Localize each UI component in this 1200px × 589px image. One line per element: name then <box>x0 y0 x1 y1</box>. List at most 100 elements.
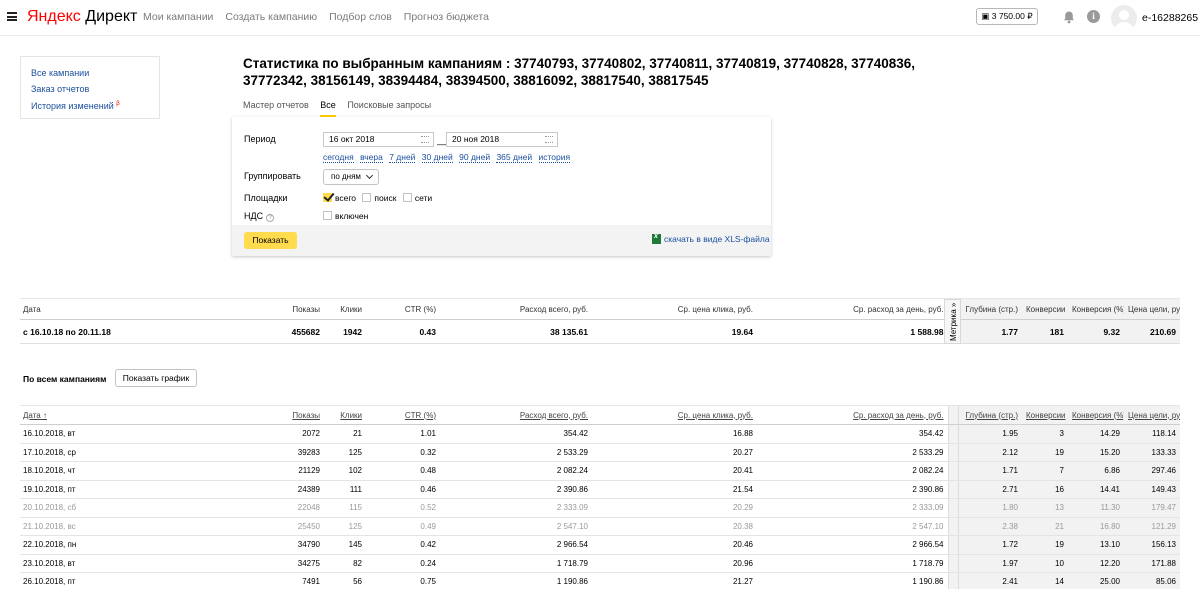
tab-all[interactable]: Все <box>320 100 336 117</box>
table-cell: 19 <box>1022 443 1068 462</box>
period-30-days[interactable]: 30 дней <box>421 152 453 163</box>
platform-networks-checkbox[interactable]: сети <box>402 193 432 203</box>
table-cell: 12.20 <box>1068 554 1124 573</box>
column-header[interactable]: Дата ↑ <box>20 405 260 425</box>
menu-icon[interactable] <box>7 12 17 21</box>
table-cell: 1 718.79 <box>757 554 948 573</box>
period-history[interactable]: история <box>538 152 571 163</box>
date-to-input[interactable]: 20 ноя 2018 <box>446 132 558 147</box>
column-header[interactable]: CTR (%) <box>366 405 440 425</box>
table-cell: 20.27 <box>592 443 757 462</box>
table-cell: 13 <box>1022 498 1068 518</box>
column-header[interactable]: Ср. расход за день, руб. <box>757 405 948 425</box>
platform-all-checkbox[interactable]: всего <box>323 193 356 203</box>
table-cell: 2072 <box>260 424 324 444</box>
sidebar-item-report-order[interactable]: Заказ отчетов <box>31 82 149 98</box>
column-header[interactable]: Конверсии <box>1022 405 1068 425</box>
nav-budget-forecast[interactable]: Прогноз бюджета <box>404 11 489 23</box>
column-header[interactable]: Клики <box>324 405 366 425</box>
period-yesterday[interactable]: вчера <box>360 152 383 163</box>
download-xls-link[interactable]: скачать в виде XLS-файла <box>652 233 770 244</box>
table-cell: 125 <box>324 517 366 536</box>
table-cell: 354.42 <box>440 424 592 444</box>
table-cell: 1 190.86 <box>440 572 592 589</box>
nav-my-campaigns[interactable]: Мои кампании <box>143 11 213 23</box>
checkbox-checked-icon[interactable] <box>323 193 332 202</box>
tab-search-queries[interactable]: Поисковые запросы <box>347 100 431 115</box>
quick-periods: сегодня вчера 7 дней 30 дней 90 дней 365… <box>323 152 574 163</box>
checkbox-icon[interactable] <box>323 211 332 220</box>
period-today[interactable]: сегодня <box>323 152 354 163</box>
table-cell: 17.10.2018, ср <box>20 443 260 462</box>
table-cell: 10 <box>1022 554 1068 573</box>
sidebar-item-all-campaigns[interactable]: Все кампании <box>31 66 149 82</box>
sidebar-item-change-history[interactable]: История изменений β <box>31 97 149 115</box>
table-cell: 102 <box>324 461 366 481</box>
checkbox-icon[interactable] <box>402 193 412 202</box>
table-row: 26.10.2018, пт 7491 56 0.75 1 190.86 21.27 1 1… <box>20 572 1180 589</box>
calendar-icon[interactable] <box>545 136 553 143</box>
table-cell: 179.47 <box>1124 498 1180 518</box>
avatar[interactable] <box>1111 5 1137 31</box>
table-cell: 2 547.10 <box>440 517 592 536</box>
table-row: 18.10.2018, чт 21129 102 0.48 2 082.24 20.41 2… <box>20 461 1180 481</box>
period-365-days[interactable]: 365 дней <box>496 152 533 163</box>
yandex-direct-logo[interactable]: Яндекс Директ <box>27 8 137 26</box>
table-cell: 1.01 <box>366 424 440 444</box>
table-cell: 2 333.09 <box>757 498 948 518</box>
table-cell: 20.41 <box>592 461 757 481</box>
column-header: Конверсия (%) <box>1068 298 1124 320</box>
calendar-icon[interactable] <box>421 136 429 143</box>
metrika-toggle[interactable]: Метрика » <box>944 299 961 344</box>
bell-icon[interactable] <box>1062 10 1076 24</box>
table-cell: 0.24 <box>366 554 440 573</box>
platforms-checkboxes: всего поиск сети <box>323 193 436 203</box>
table-cell: 20.29 <box>592 498 757 518</box>
column-header: Дата <box>20 298 260 320</box>
nav-keyword-selection[interactable]: Подбор слов <box>329 11 392 23</box>
tab-report-wizard[interactable]: Мастер отчетов <box>243 100 309 115</box>
table-cell: 0.46 <box>366 480 440 499</box>
column-header[interactable]: Ср. цена клика, руб. <box>592 405 757 425</box>
info-icon[interactable]: i <box>1087 10 1100 23</box>
table-cell: 1.95 <box>958 424 1022 444</box>
column-header[interactable]: Глубина (стр.) <box>958 405 1022 425</box>
group-select[interactable]: по дням <box>323 169 379 185</box>
platform-search-checkbox[interactable]: поиск <box>362 193 396 203</box>
vat-checkbox[interactable]: включен <box>323 211 368 221</box>
period-7-days[interactable]: 7 дней <box>389 152 416 163</box>
table-cell: с 16.10.18 по 20.11.18 <box>20 319 260 344</box>
table-cell: 82 <box>324 554 366 573</box>
nav-create-campaign[interactable]: Создать кампанию <box>225 11 317 23</box>
table-cell: 1.80 <box>958 498 1022 518</box>
table-cell: 19 <box>1022 535 1068 555</box>
table-cell: 2.12 <box>958 443 1022 462</box>
table-cell: 34275 <box>260 554 324 573</box>
column-header[interactable]: Конверсия (%) <box>1068 405 1124 425</box>
balance-button[interactable]: ▣ 3 750.00 ₽ <box>976 8 1038 25</box>
show-button[interactable]: Показать <box>244 232 297 249</box>
table-cell: 1.71 <box>958 461 1022 481</box>
checkbox-icon[interactable] <box>362 193 372 202</box>
help-icon[interactable]: ? <box>266 214 275 222</box>
column-header: Ср. цена клика, руб. <box>592 298 757 320</box>
tabs: Мастер отчетов Все Поисковые запросы <box>243 100 440 117</box>
table-cell: 20.46 <box>592 535 757 555</box>
column-header: CTR (%) <box>366 298 440 320</box>
column-header[interactable]: Показы <box>260 405 324 425</box>
column-header[interactable]: Цена цели, руб. <box>1124 405 1180 425</box>
date-from-input[interactable]: 16 окт 2018 <box>323 132 434 147</box>
table-cell: 25.00 <box>1068 572 1124 589</box>
table-cell: 25450 <box>260 517 324 536</box>
chevron-down-icon <box>365 171 374 180</box>
detail-header-row: Дата ↑ Показы Клики CTR (%) Расход всего, ру… <box>20 405 1180 425</box>
date-range-dash: — <box>437 139 446 149</box>
table-cell: 56 <box>324 572 366 589</box>
column-header: Цена цели, руб. <box>1124 298 1180 320</box>
user-login[interactable]: e-16288265 <box>1142 12 1198 24</box>
column-header[interactable]: Расход всего, руб. <box>440 405 592 425</box>
table-cell: 2 082.24 <box>757 461 948 481</box>
period-90-days[interactable]: 90 дней <box>459 152 491 163</box>
table-cell: 0.42 <box>366 535 440 555</box>
show-graph-button[interactable]: Показать график <box>115 369 197 387</box>
